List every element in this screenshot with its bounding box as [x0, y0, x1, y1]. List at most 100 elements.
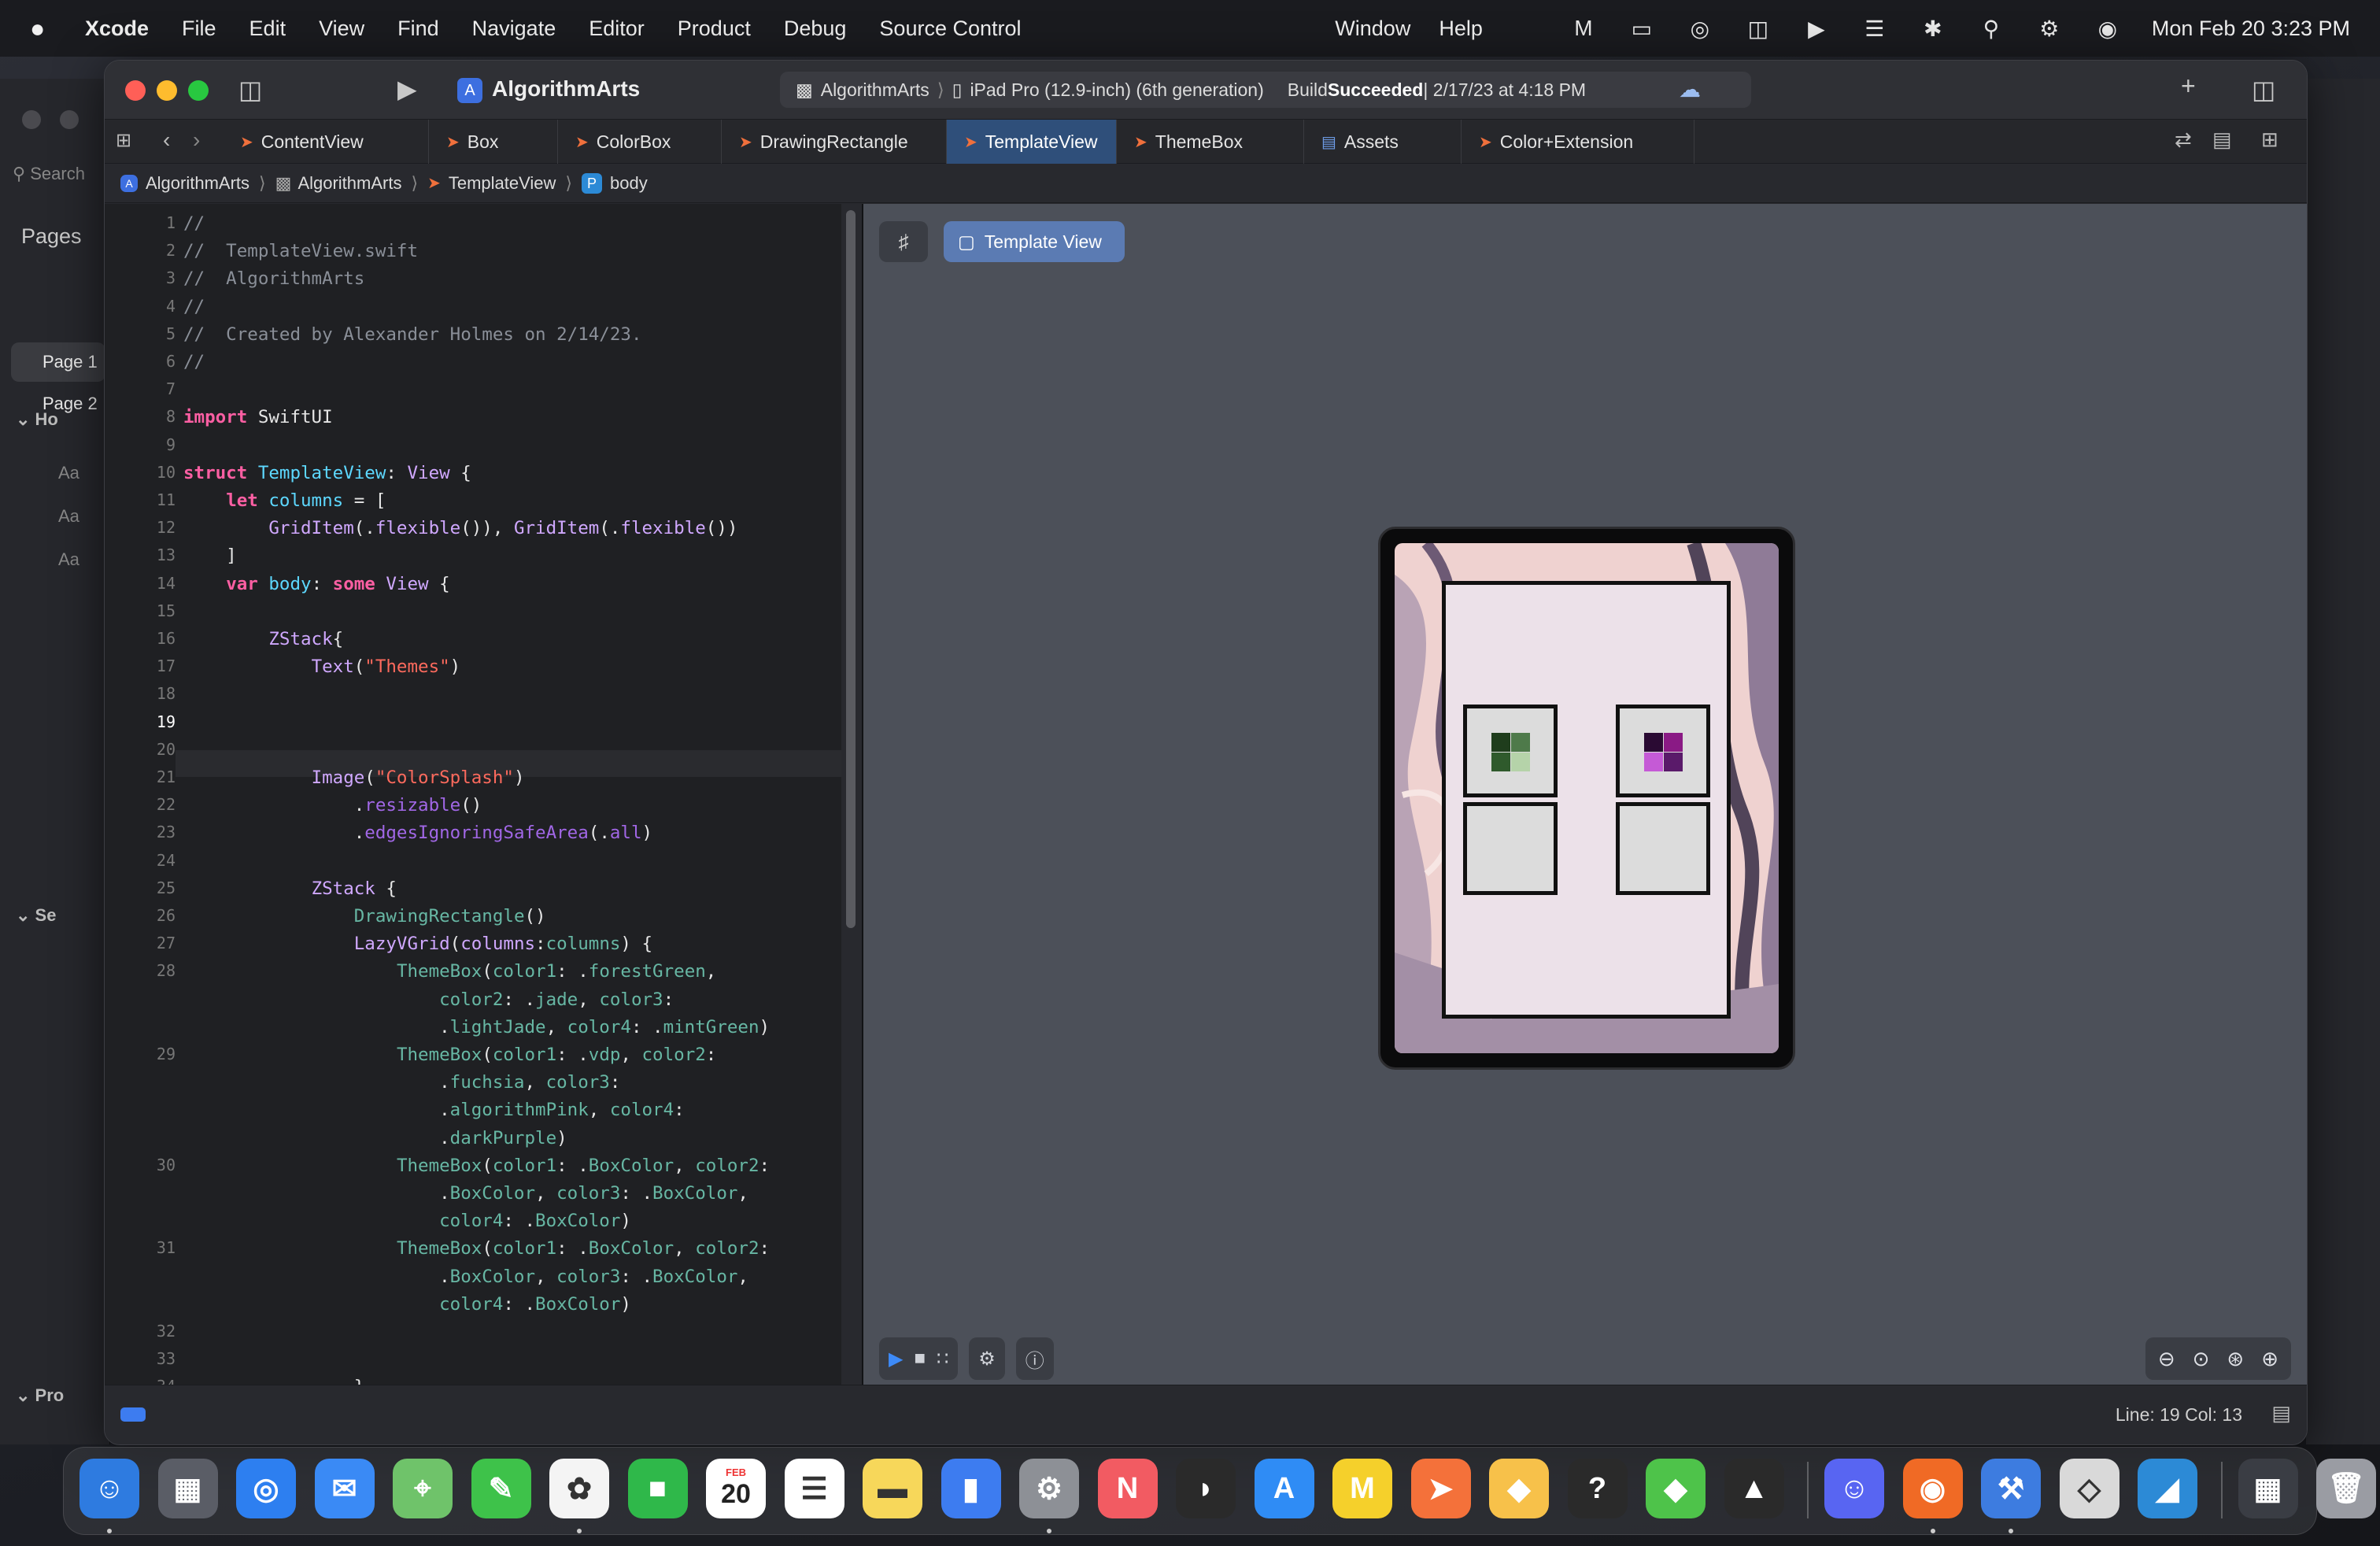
ipad-screen[interactable] [1395, 543, 1779, 1053]
code-line[interactable]: .lightJade, color4: .mintGreen) [183, 1014, 770, 1041]
siri-icon[interactable]: ◉ [2094, 17, 2122, 41]
dock-messages-icon[interactable]: ✎ [471, 1459, 531, 1518]
menu-file[interactable]: File [182, 17, 216, 41]
breadcrumb-file[interactable]: TemplateView [449, 173, 556, 194]
bg-close-button[interactable] [22, 110, 41, 129]
debug-area-icon[interactable]: ▤ [2271, 1401, 2291, 1426]
zoom-fit-icon[interactable]: ⊙ [2193, 1347, 2210, 1371]
bg-group-3[interactable]: ⌄ Pro [16, 1385, 64, 1406]
back-icon[interactable]: ‹ [163, 128, 170, 153]
code-line[interactable]: color4: .BoxColor) [183, 1208, 631, 1234]
add-library-icon[interactable]: + [2181, 72, 2196, 101]
tab-themebox[interactable]: ➤ ThemeBox [1117, 120, 1304, 164]
dock-help-icon[interactable]: ? [1567, 1459, 1628, 1518]
code-line[interactable]: let columns = [ [183, 487, 386, 514]
cloud-icon[interactable]: ☁ [1679, 76, 1701, 102]
tab-templateview[interactable]: ➤ TemplateView [947, 120, 1117, 164]
scheme-project[interactable]: AlgorithmArts [821, 80, 929, 101]
zoom-in-icon[interactable]: ⊕ [2261, 1347, 2278, 1371]
code-line[interactable]: // [183, 210, 205, 237]
theme-box-empty[interactable] [1616, 802, 1710, 895]
code-line[interactable]: ZStack { [183, 875, 397, 902]
spotlight-search-icon[interactable]: ⚲ [1977, 17, 2005, 41]
dock-roblox-studio-icon[interactable]: ◢ [2138, 1459, 2197, 1518]
close-button[interactable] [125, 80, 146, 101]
swap-icon[interactable]: ⇄ [2175, 128, 2192, 152]
airdrop-icon[interactable]: ◎ [1686, 17, 1714, 41]
bg-group-2[interactable]: ⌄ Se [16, 905, 56, 926]
menu-navigate[interactable]: Navigate [472, 17, 556, 41]
inspector-toggle-icon[interactable]: ◫ [2252, 75, 2275, 105]
debug-area-toggle-icon[interactable] [120, 1407, 146, 1422]
bg-search-field[interactable]: ⚲ Search [13, 164, 85, 184]
code-line[interactable]: } [183, 1374, 365, 1385]
menu-source-control[interactable]: Source Control [879, 17, 1021, 41]
wifi-icon[interactable]: ☰ [1861, 17, 1889, 41]
dock-notes-icon[interactable]: ▬ [863, 1459, 922, 1518]
tab-box[interactable]: ➤ Box [429, 120, 558, 164]
dock-xcode-icon[interactable]: ⚒ [1981, 1459, 2041, 1518]
menu-edit[interactable]: Edit [249, 17, 286, 41]
bg-group-1[interactable]: ⌄ Ho [16, 409, 58, 430]
live-mode-icon[interactable]: ▶ [889, 1348, 903, 1370]
tab-contentview[interactable]: ➤ ContentView [223, 120, 429, 164]
code-line[interactable]: .BoxColor, color3: .BoxColor, [183, 1263, 748, 1290]
dock-reminders-icon[interactable]: ☰ [784, 1459, 844, 1518]
code-line[interactable]: color4: .BoxColor) [183, 1291, 631, 1318]
run-icon[interactable]: ▶ [397, 74, 417, 104]
bg-page-1[interactable]: Page 1 [11, 342, 105, 382]
dock-origin-icon[interactable]: ◉ [1902, 1459, 1963, 1518]
menu-help[interactable]: Help [1439, 17, 1483, 41]
breadcrumb-group[interactable]: AlgorithmArts [298, 173, 401, 194]
minimize-button[interactable] [157, 80, 177, 101]
code-line[interactable]: ] [183, 542, 237, 569]
editor-options-icon[interactable]: ▤ [2212, 128, 2232, 152]
pin-preview-icon[interactable]: ♯ [879, 221, 928, 262]
code-line[interactable]: LazyVGrid(columns:columns) { [183, 930, 652, 957]
menu-window[interactable]: Window [1335, 17, 1410, 41]
code-line[interactable]: ThemeBox(color1: .BoxColor, color2: [183, 1152, 770, 1179]
code-line[interactable]: // [183, 349, 205, 375]
dock-launchpad-icon[interactable]: ▦ [157, 1459, 218, 1518]
selectable-mode-icon[interactable]: ■ [914, 1348, 926, 1370]
menu-product[interactable]: Product [678, 17, 751, 41]
code-line[interactable]: Image("ColorSplash") [183, 764, 525, 791]
dock-photos-icon[interactable]: ✿ [549, 1459, 609, 1518]
editor-scrollbar[interactable] [846, 210, 856, 928]
tab-colorbox[interactable]: ➤ ColorBox [558, 120, 722, 164]
menu-debug[interactable]: Debug [784, 17, 847, 41]
code-line[interactable]: GridItem(.flexible()), GridItem(.flexibl… [183, 515, 737, 542]
code-line[interactable]: // AlgorithmArts [183, 265, 364, 292]
now-playing-icon[interactable]: ▶ [1802, 17, 1831, 41]
dock-miro-icon[interactable]: M [1332, 1459, 1392, 1518]
forward-icon[interactable]: › [193, 128, 200, 153]
tab-color-extension[interactable]: ➤ Color+Extension [1462, 120, 1694, 164]
malwarebytes-icon[interactable]: M [1569, 16, 1598, 40]
dock-facetime-icon[interactable]: ■ [627, 1459, 688, 1518]
dock-downloads-icon[interactable]: ▦ [2238, 1459, 2298, 1518]
zoom-button[interactable] [188, 80, 209, 101]
menu-editor[interactable]: Editor [589, 17, 645, 41]
code-line[interactable]: var body: some View { [183, 571, 449, 597]
screen-mirroring-icon[interactable]: ▭ [1628, 17, 1656, 41]
breadcrumb-symbol[interactable]: body [610, 173, 648, 194]
code-line[interactable]: ThemeBox(color1: .forestGreen, [183, 958, 716, 985]
dock-system-settings-icon[interactable]: ⚙ [1019, 1459, 1079, 1518]
menu-find[interactable]: Find [397, 17, 439, 41]
code-line[interactable]: // [183, 294, 205, 320]
zoom-out-icon[interactable]: ⊖ [2158, 1347, 2175, 1371]
related-items-icon[interactable]: ⊞ [116, 129, 131, 152]
code-line[interactable]: .fuchsia, color3: [183, 1069, 620, 1096]
dock-discord-icon[interactable]: ☺ [1824, 1459, 1884, 1518]
code-line[interactable]: color2: .jade, color3: [183, 986, 674, 1013]
code-editor[interactable]: 1 2 3 4 5 6 7 8 9 10 11 12 13 14 15 16 17 18 19 20 21 22 23 24 2… [105, 204, 841, 1385]
tab-assets[interactable]: ▤ Assets [1304, 120, 1462, 164]
code-line[interactable]: .darkPurple) [183, 1125, 567, 1152]
control-center-icon[interactable]: ⚙ [2035, 17, 2064, 41]
menu-app-name[interactable]: Xcode [85, 17, 149, 41]
breadcrumb-project[interactable]: AlgorithmArts [146, 173, 249, 194]
battery-icon[interactable]: ◫ [1744, 17, 1772, 41]
scheme-status-bar[interactable]: ▩ AlgorithmArts ⟩ ▯ iPad Pro (12.9-inch)… [780, 72, 1751, 108]
code-line[interactable]: .edgesIgnoringSafeArea(.all) [183, 819, 652, 846]
menu-clock[interactable]: Mon Feb 20 3:23 PM [2152, 17, 2350, 41]
